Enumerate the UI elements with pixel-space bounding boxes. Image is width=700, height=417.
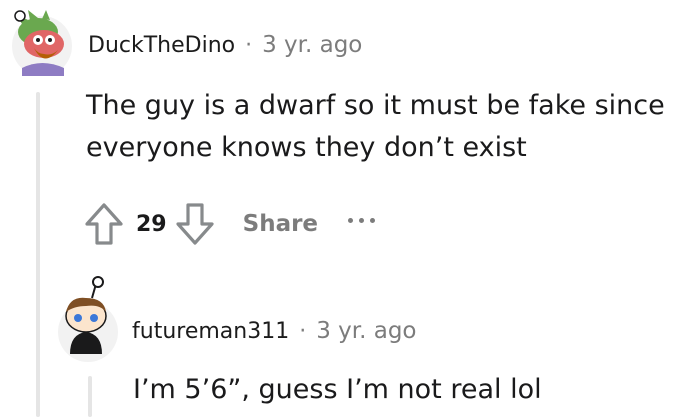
dot <box>348 217 354 223</box>
reply-meta: futureman311 · 3 yr. ago <box>132 318 417 344</box>
upvote-button[interactable] <box>82 202 126 246</box>
meta-separator: · <box>299 319 307 344</box>
meta-separator: · <box>245 33 253 58</box>
downvote-button[interactable] <box>173 202 217 246</box>
timestamp-link[interactable]: 3 yr. ago <box>262 32 362 58</box>
dino-avatar-icon[interactable] <box>8 10 72 76</box>
downvote-arrow-icon <box>176 203 214 245</box>
snoo-avatar-icon[interactable] <box>56 276 120 362</box>
thread-line-top[interactable] <box>36 92 40 417</box>
comment-meta: DuckTheDino · 3 yr. ago <box>88 32 362 58</box>
dot <box>370 217 376 223</box>
comment-actions: 29 Share <box>82 200 376 248</box>
username-link[interactable]: DuckTheDino <box>88 33 235 58</box>
username-link[interactable]: futureman311 <box>132 319 289 344</box>
share-button[interactable]: Share <box>243 211 318 237</box>
dot <box>359 217 365 223</box>
comment-body-line: The guy is a dwarf so it must be fake si… <box>86 90 665 121</box>
vote-score: 29 <box>136 211 167 237</box>
more-options-icon[interactable] <box>348 210 376 230</box>
comment-body-line: everyone knows they don’t exist <box>86 132 527 163</box>
reply-body: I’m 5’6”, guess I’m not real lol <box>133 369 542 411</box>
timestamp-link[interactable]: 3 yr. ago <box>316 318 416 344</box>
comment-body: The guy is a dwarf so it must be fake si… <box>86 85 665 169</box>
upvote-arrow-icon <box>85 203 123 245</box>
thread-line-reply[interactable] <box>88 376 92 417</box>
comment-body-line: I’m 5’6”, guess I’m not real lol <box>133 374 542 405</box>
